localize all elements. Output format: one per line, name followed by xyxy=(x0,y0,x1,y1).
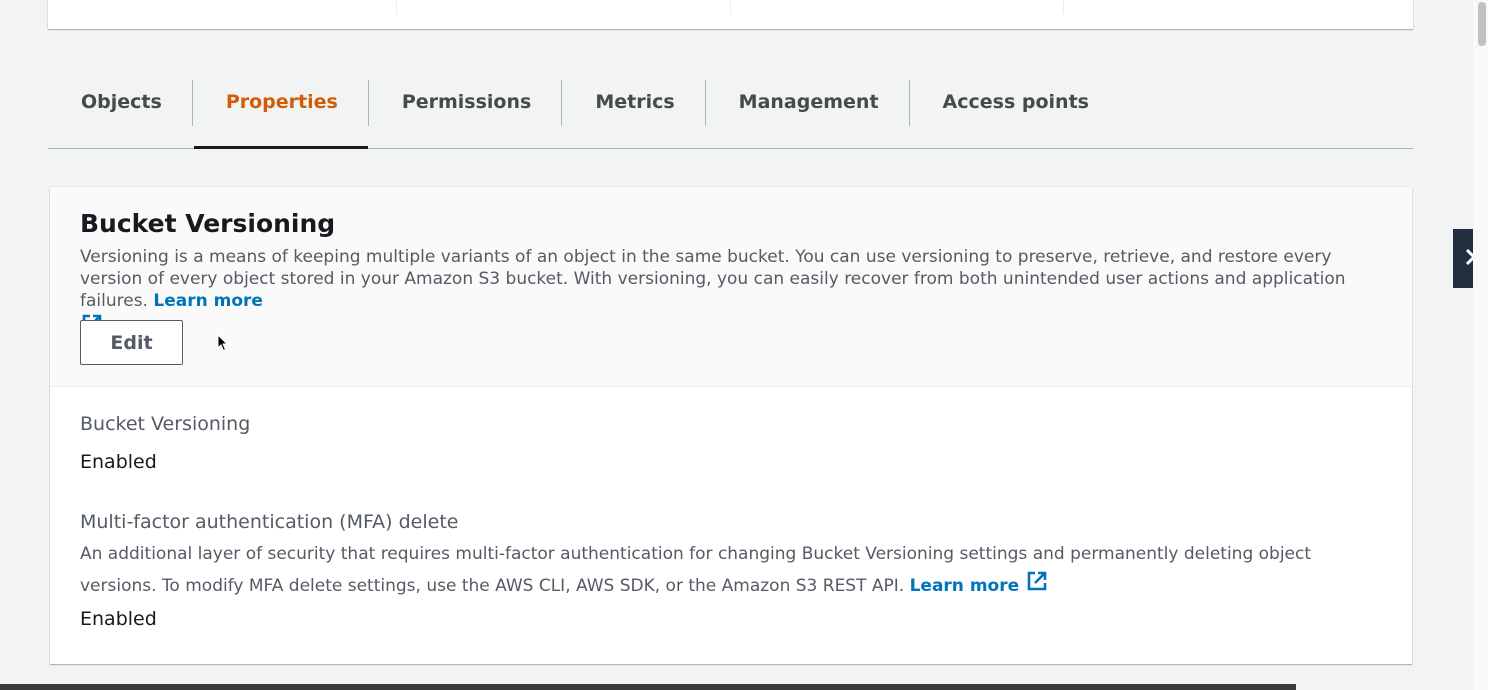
tab-label: Permissions xyxy=(401,91,532,113)
tab-access-points[interactable]: Access points xyxy=(910,80,1120,148)
field-description: An additional layer of security that req… xyxy=(80,539,1380,603)
panel-title: Bucket Versioning xyxy=(80,209,336,238)
tab-metrics[interactable]: Metrics xyxy=(562,80,706,148)
edit-button[interactable]: Edit xyxy=(80,320,183,365)
field-label: Bucket Versioning xyxy=(80,413,251,435)
tab-label: Metrics xyxy=(595,91,675,113)
external-link-icon[interactable] xyxy=(1025,569,1049,603)
learn-more-link[interactable]: Learn more xyxy=(910,576,1020,596)
scrollbar-thumb[interactable] xyxy=(1478,2,1486,46)
tab-properties[interactable]: Properties xyxy=(193,80,369,149)
vertical-scrollbar[interactable] xyxy=(1473,0,1488,690)
field-label: Multi-factor authentication (MFA) delete xyxy=(80,511,459,533)
versioning-field: Bucket Versioning Enabled xyxy=(80,411,1382,475)
summary-divider xyxy=(1063,0,1064,14)
versioning-status: Enabled xyxy=(80,451,157,473)
tab-management[interactable]: Management xyxy=(706,80,910,148)
description-text: An additional layer of security that req… xyxy=(80,544,1312,596)
learn-more-link[interactable]: Learn more xyxy=(153,291,263,311)
mfa-delete-status: Enabled xyxy=(80,608,157,630)
tab-objects[interactable]: Objects xyxy=(48,80,193,148)
tab-label: Access points xyxy=(942,91,1089,113)
tab-label: Management xyxy=(738,91,879,113)
tab-label: Objects xyxy=(81,91,162,113)
bucket-tabs: Objects Properties Permissions Metrics M… xyxy=(48,80,1413,149)
bucket-summary-card xyxy=(48,0,1413,29)
tab-label: Properties xyxy=(225,91,338,113)
bucket-versioning-panel: Bucket Versioning Versioning is a means … xyxy=(50,187,1412,664)
tab-permissions[interactable]: Permissions xyxy=(369,80,563,148)
horizontal-scrollbar[interactable] xyxy=(0,684,1296,690)
summary-divider xyxy=(396,0,397,14)
panel-description: Versioning is a means of keeping multipl… xyxy=(80,246,1380,342)
description-text: Versioning is a means of keeping multipl… xyxy=(80,247,1346,311)
mouse-pointer-icon xyxy=(217,333,229,352)
mfa-delete-field: Multi-factor authentication (MFA) delete… xyxy=(80,509,1382,632)
panel-header: Bucket Versioning Versioning is a means … xyxy=(50,187,1412,387)
panel-body: Bucket Versioning Enabled Multi-factor a… xyxy=(50,387,1412,632)
summary-divider xyxy=(730,0,731,14)
